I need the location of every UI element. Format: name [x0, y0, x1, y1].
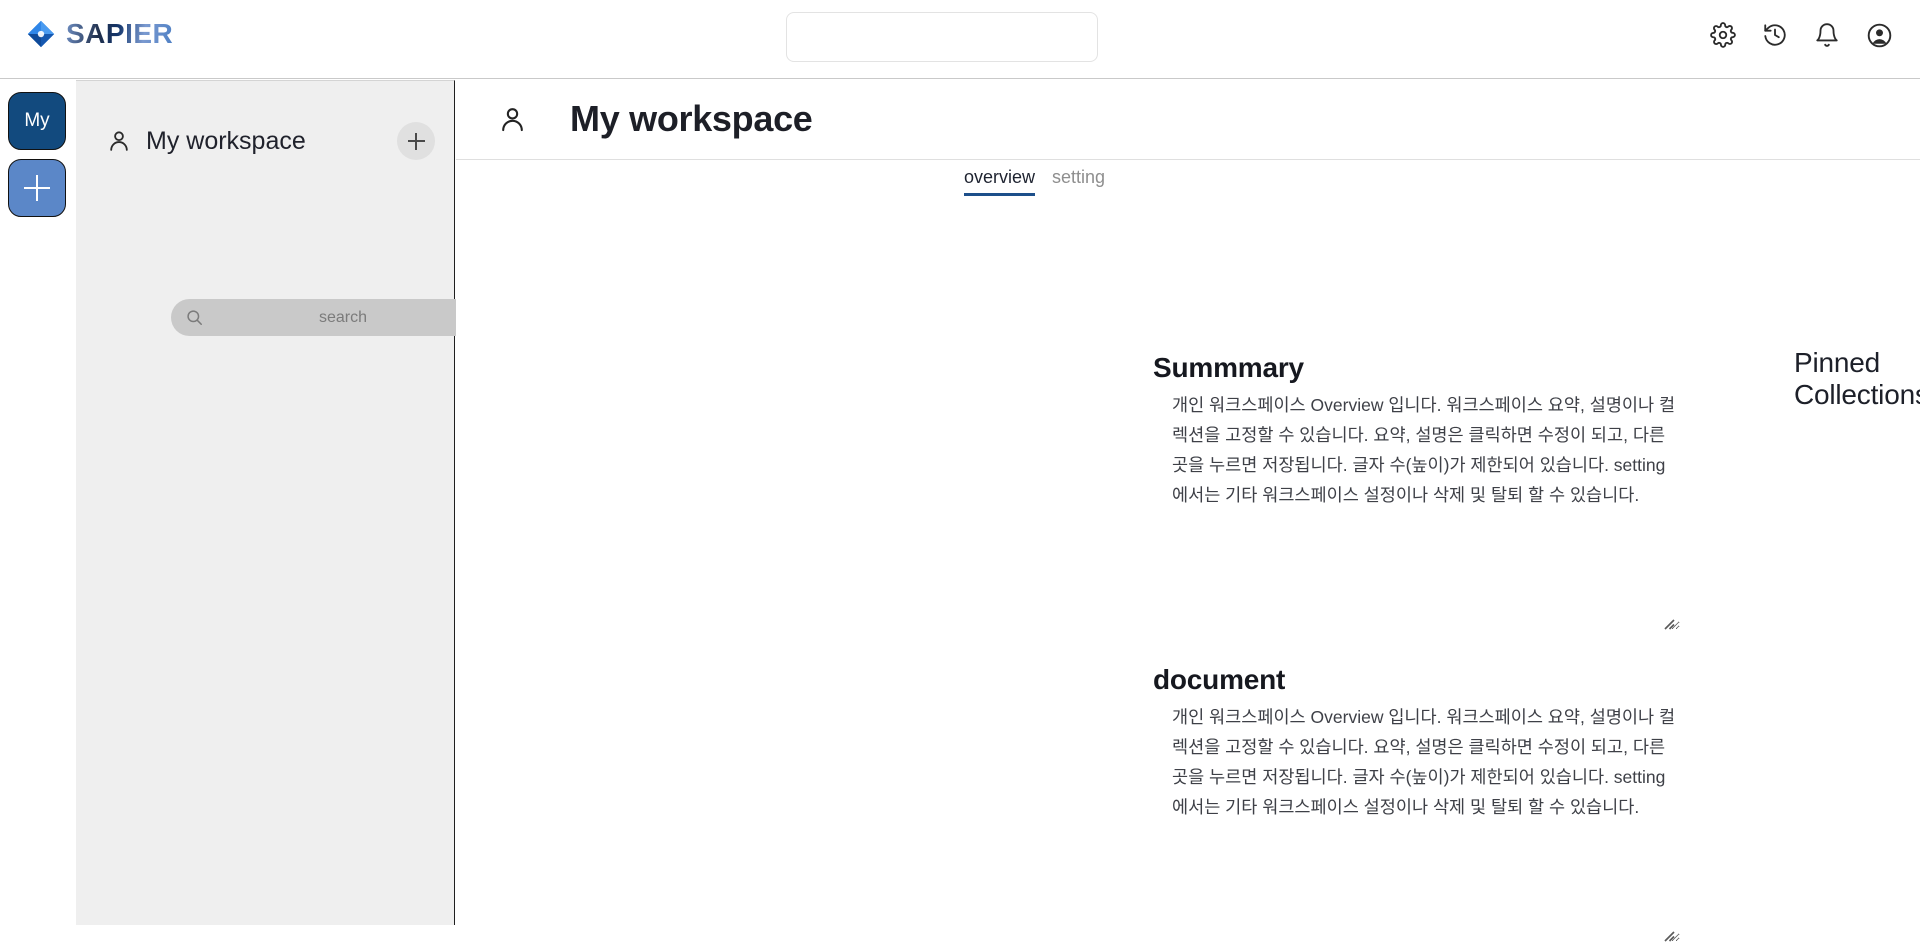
account-circle-icon[interactable] — [1864, 20, 1894, 50]
main-header: My workspace — [456, 79, 1920, 160]
workspace-sidebar: My workspace — [76, 80, 515, 925]
workspace-sidebar-header: My workspace — [76, 119, 455, 163]
workspace-icon-rail: My — [0, 79, 76, 927]
bell-icon[interactable] — [1812, 20, 1842, 50]
person-icon — [110, 131, 128, 151]
brand-logo[interactable]: SAPIER — [26, 19, 173, 49]
tab-setting[interactable]: setting — [1052, 167, 1105, 196]
workspace-sidebar-title: My workspace — [146, 127, 306, 155]
person-icon — [502, 107, 523, 131]
history-icon[interactable] — [1760, 20, 1790, 50]
rail-add-workspace-button[interactable] — [8, 159, 66, 217]
brand-name: SAPIER — [66, 18, 174, 49]
document-section-title: document — [1153, 664, 1286, 695]
summary-section-title: Summmary — [1153, 352, 1304, 383]
rail-item-my[interactable]: My — [8, 92, 66, 150]
rail-item-my-label: My — [24, 110, 50, 131]
pinned-collections: Pinned Collections — [1794, 347, 1920, 411]
tab-bar: overview setting — [964, 167, 1105, 196]
tab-overview[interactable]: overview — [964, 167, 1036, 196]
global-search-input[interactable] — [786, 12, 1098, 62]
document-section-textarea[interactable] — [1172, 702, 1680, 942]
summary-section-textarea[interactable] — [1172, 390, 1680, 630]
tab-setting-label: setting — [1052, 167, 1106, 187]
top-bar: SAPIER — [0, 0, 1920, 79]
gear-icon[interactable] — [1708, 20, 1738, 50]
page-title: My workspace — [570, 98, 813, 139]
pinned-collections-title: Pinned Collections — [1794, 347, 1920, 410]
tab-overview-label: overview — [964, 167, 1036, 187]
topbar-actions — [1708, 20, 1894, 50]
main-content: My workspace overview setting Summmary d… — [456, 79, 1920, 942]
add-workspace-item-button[interactable] — [397, 122, 435, 160]
diamond-logo-icon — [27, 20, 55, 48]
